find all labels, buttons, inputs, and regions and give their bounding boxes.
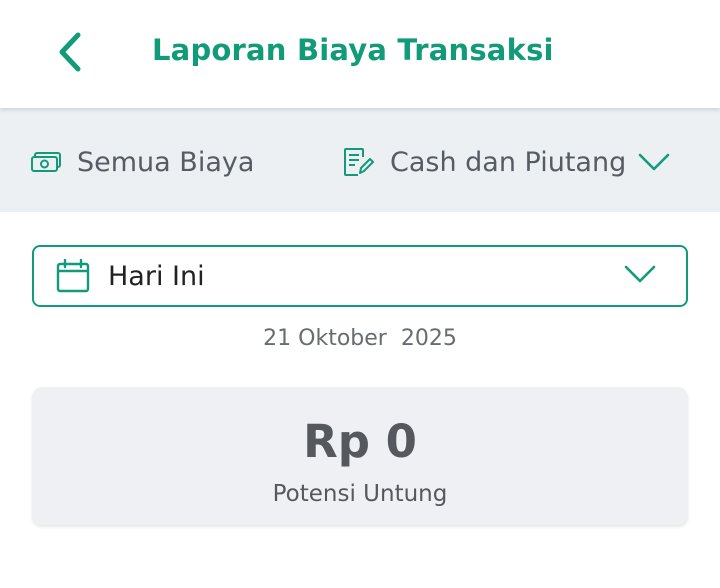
calendar-icon [56,259,90,293]
cost-filter-label: Semua Biaya [77,146,255,178]
chevron-left-icon [57,32,83,72]
cost-filter-button[interactable]: Semua Biaya [30,142,254,182]
edit-document-icon [342,146,374,178]
payment-filter-dropdown[interactable]: Cash dan Piutang [342,142,670,182]
chevron-down-icon [624,264,656,284]
money-icon [30,151,62,173]
chevron-down-icon [638,152,670,172]
date-range-label: Hari Ini [108,261,205,292]
selected-date: 21 Oktober 2025 [263,326,457,351]
payment-filter-label: Cash dan Piutang [390,146,627,178]
date-range-select[interactable]: Hari Ini [32,245,688,307]
back-button[interactable] [48,30,92,74]
app-header: Laporan Biaya Transaksi [0,0,720,108]
filter-bar: Semua Biaya Cash dan Piutang [0,108,720,212]
profit-amount: Rp 0 [303,415,417,468]
profit-summary-card: Rp 0 Potensi Untung [32,387,688,525]
page-title: Laporan Biaya Transaksi [152,33,554,67]
profit-label: Potensi Untung [272,481,448,507]
